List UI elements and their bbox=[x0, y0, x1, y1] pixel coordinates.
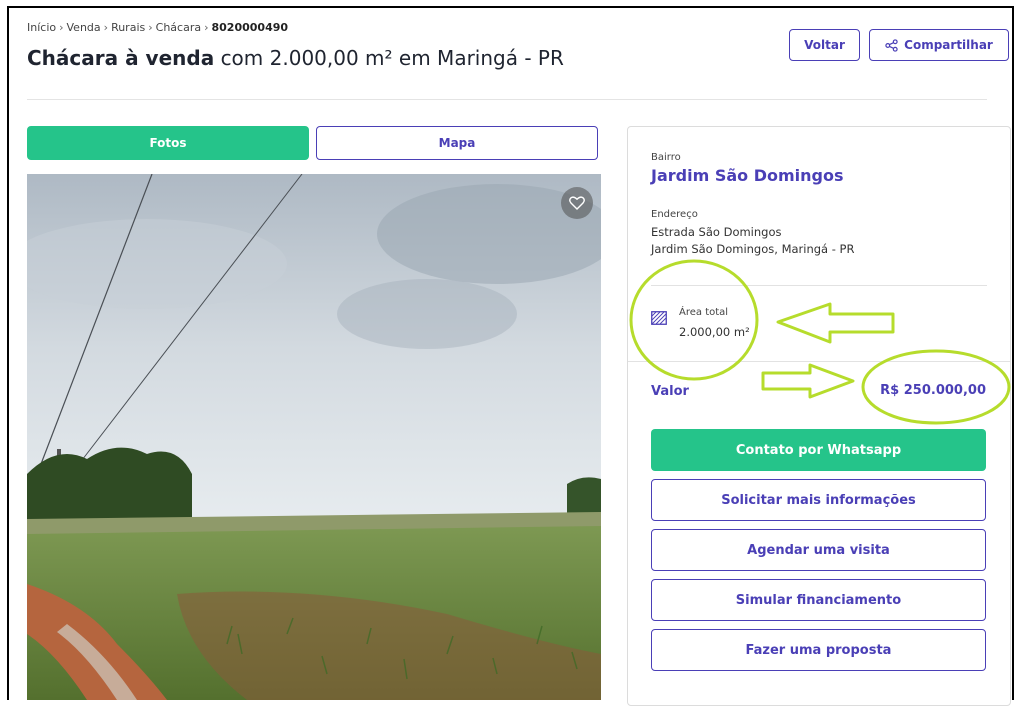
header-divider bbox=[27, 99, 987, 100]
area-value: 2.000,00 m² bbox=[679, 325, 750, 339]
make-offer-button[interactable]: Fazer uma proposta bbox=[651, 629, 986, 671]
info-divider bbox=[651, 285, 987, 286]
address-label: Endereço bbox=[651, 209, 698, 220]
whatsapp-button[interactable]: Contato por Whatsapp bbox=[651, 429, 986, 471]
address-line2: Jardim São Domingos, Maringá - PR bbox=[651, 242, 855, 256]
breadcrumb-home[interactable]: Início bbox=[27, 21, 56, 34]
share-icon bbox=[885, 38, 898, 52]
back-button[interactable]: Voltar bbox=[789, 29, 860, 61]
page-title-bold: Chácara à venda bbox=[27, 46, 215, 70]
breadcrumb-chacara[interactable]: Chácara bbox=[156, 21, 201, 34]
heart-icon bbox=[569, 196, 585, 210]
page-title: Chácara à venda com 2.000,00 m² em Marin… bbox=[27, 46, 564, 70]
price-divider bbox=[628, 361, 1010, 362]
breadcrumb-code: 8020000490 bbox=[211, 21, 289, 34]
tab-map[interactable]: Mapa bbox=[316, 126, 598, 160]
share-button-label: Compartilhar bbox=[904, 38, 993, 52]
tab-photos[interactable]: Fotos bbox=[27, 126, 309, 160]
price-value: R$ 250.000,00 bbox=[880, 383, 986, 398]
request-info-button[interactable]: Solicitar mais informações bbox=[651, 479, 986, 521]
favorite-button[interactable] bbox=[561, 187, 593, 219]
breadcrumb-venda[interactable]: Venda bbox=[67, 21, 101, 34]
bairro-label: Bairro bbox=[651, 152, 681, 163]
schedule-visit-button[interactable]: Agendar uma visita bbox=[651, 529, 986, 571]
price-label: Valor bbox=[651, 384, 689, 399]
property-photo[interactable] bbox=[27, 174, 601, 700]
bairro-value[interactable]: Jardim São Domingos bbox=[651, 166, 844, 185]
address-line1: Estrada São Domingos bbox=[651, 225, 782, 239]
page-title-rest: com 2.000,00 m² em Maringá - PR bbox=[220, 46, 564, 70]
area-icon bbox=[651, 311, 667, 325]
share-button[interactable]: Compartilhar bbox=[869, 29, 1009, 61]
simulate-financing-button[interactable]: Simular financiamento bbox=[651, 579, 986, 621]
breadcrumb: Início › Venda › Rurais › Chácara › 8020000490 bbox=[27, 21, 289, 34]
area-label: Área total bbox=[679, 307, 729, 318]
breadcrumb-rurais[interactable]: Rurais bbox=[111, 21, 145, 34]
